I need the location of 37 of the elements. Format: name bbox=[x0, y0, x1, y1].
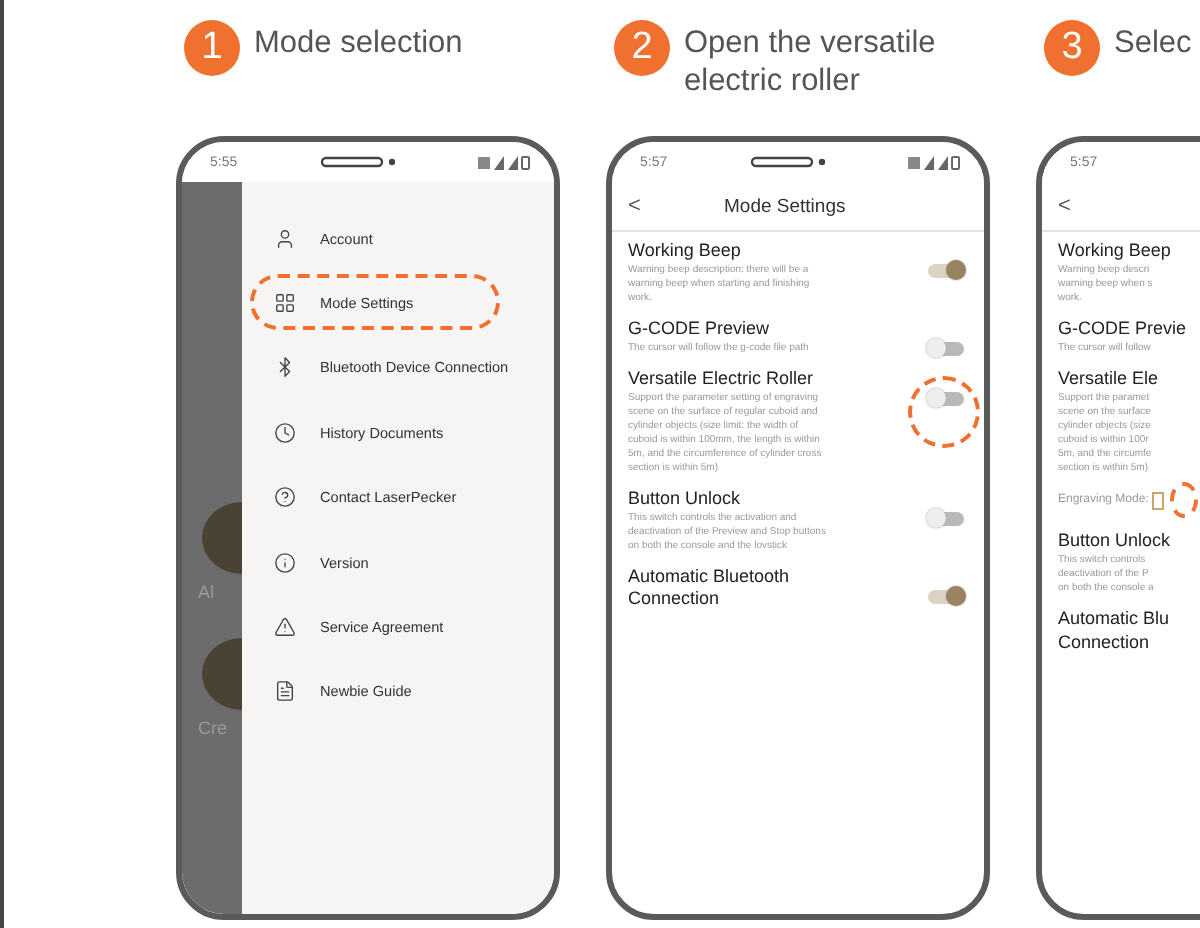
back-button[interactable]: < bbox=[1058, 194, 1154, 218]
step-number: 2 bbox=[614, 20, 670, 76]
step-label: Open the versatile bbox=[684, 24, 936, 62]
toggle-switch[interactable] bbox=[928, 590, 964, 604]
mode-option[interactable] bbox=[1152, 491, 1165, 509]
step-number: 1 bbox=[184, 20, 240, 76]
setting-title: Working Beep bbox=[1058, 240, 1173, 262]
back-button[interactable]: < bbox=[628, 194, 724, 218]
step-label: Mode selection bbox=[254, 24, 463, 62]
step-number: 3 bbox=[1044, 20, 1100, 76]
setting-title: Versatile Electric Roller bbox=[628, 368, 816, 390]
setting-title: Versatile Ele bbox=[1058, 368, 1161, 390]
signal-icon bbox=[478, 155, 530, 169]
setting-title: Automatic Bluetooth Connection bbox=[628, 566, 792, 610]
info-icon bbox=[274, 551, 296, 574]
step-label: electric roller bbox=[684, 62, 862, 100]
setting-title: Working Beep bbox=[628, 240, 743, 262]
clock-icon bbox=[274, 421, 296, 444]
warning-icon bbox=[274, 616, 296, 639]
setting-title: Button Unlock bbox=[1058, 530, 1173, 552]
signal-icon bbox=[908, 155, 960, 169]
help-icon bbox=[274, 486, 296, 509]
toggle-switch[interactable] bbox=[928, 342, 964, 356]
step-label: Selec bbox=[1114, 24, 1192, 62]
setting-title: G-CODE Preview bbox=[628, 318, 772, 340]
setting-title: Automatic Blu bbox=[1058, 608, 1172, 630]
user-icon bbox=[274, 227, 296, 250]
document-icon bbox=[274, 680, 296, 703]
setting-title: G-CODE Previe bbox=[1058, 318, 1189, 340]
setting-title: Button Unlock bbox=[628, 488, 743, 510]
screen-title: Mode Settings bbox=[724, 195, 846, 217]
toggle-switch[interactable] bbox=[928, 392, 964, 406]
toggle-switch[interactable] bbox=[928, 512, 964, 526]
toggle-switch[interactable] bbox=[928, 264, 964, 278]
setting-title: Connection bbox=[1058, 632, 1152, 654]
grid-icon bbox=[274, 292, 296, 315]
bluetooth-icon bbox=[274, 356, 296, 379]
